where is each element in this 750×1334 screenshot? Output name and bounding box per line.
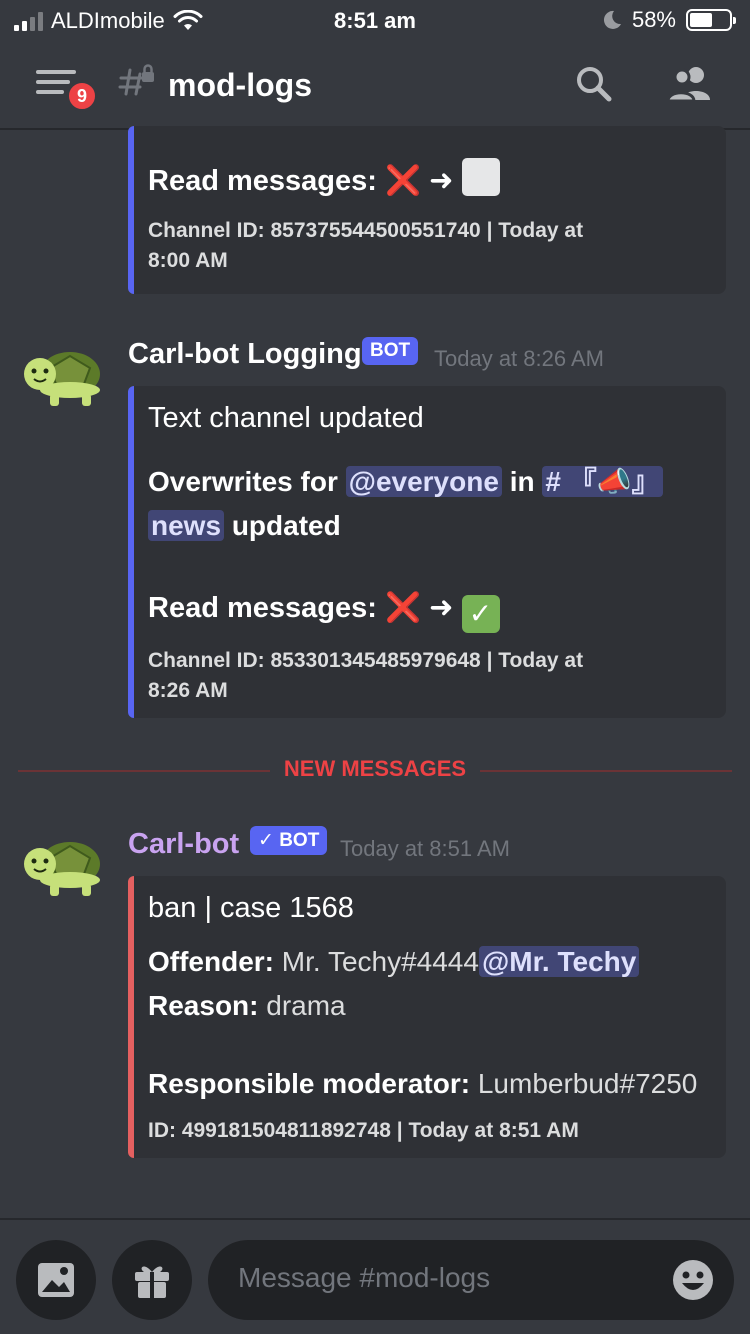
offender-label: Offender: [148,946,274,977]
embed-footer: ID: 499181504811892748 | Today at 8:51 A… [148,1119,579,1142]
moderator-value: Lumberbud#7250 [477,1068,698,1099]
arrow-right-icon: ➜ [429,592,454,624]
members-icon[interactable] [666,64,714,104]
embed-footer: 8:26 AM [148,679,228,702]
white-square-icon [461,158,500,196]
arrow-right-icon: ➜ [429,165,454,197]
channel-mention[interactable]: # 『📣』 [542,466,663,497]
gift-icon [135,1266,169,1298]
read-messages-label: Read messages: [148,592,377,624]
bot-tag: BOT [362,337,419,365]
turtle-avatar[interactable] [22,340,104,410]
in-word: in [509,466,535,497]
status-bar: ALDImobile 8:51 am 58% [0,0,750,40]
attach-image-button[interactable] [16,1240,96,1320]
message-author[interactable]: Carl-bot Logging [128,338,362,371]
message-input[interactable]: Message #mod-logs [208,1240,734,1320]
gift-button[interactable] [112,1240,192,1320]
embed-card: ban | case 1568 Offender: Mr. Techy#4444… [128,876,726,1158]
channel-header: 9 mod-logs [0,40,750,130]
channel-title: mod-logs [168,67,312,103]
reason-value: drama [266,990,346,1021]
channel-mention-name[interactable]: news [148,510,225,541]
embed-card: Text channel updated Overwrites for @eve… [128,386,726,718]
read-messages-label: Read messages: [148,165,377,197]
embed-card: Read messages: ❌ ➜ Channel ID: 857375544… [128,126,726,294]
embed-title: Text channel updated [148,402,424,434]
emoji-icon[interactable] [672,1259,714,1301]
message-author[interactable]: Carl-bot [128,828,239,861]
new-messages-divider: NEW MESSAGES [270,756,480,782]
message-input-placeholder: Message #mod-logs [238,1262,491,1293]
do-not-disturb-moon-icon [603,10,621,29]
embed-footer: 8:00 AM [148,249,228,272]
notification-badge: 9 [66,80,98,112]
updated-word: updated [231,510,341,541]
turtle-avatar[interactable] [22,830,104,900]
message-timestamp: Today at 8:26 AM [434,346,604,371]
embed-footer: Channel ID: 857375544500551740 | Today a… [148,219,584,242]
cross-mark-icon: ❌ [384,165,422,197]
everyone-mention[interactable]: @everyone [345,466,502,497]
offender-value: Mr. Techy#4444 [281,946,479,977]
overwrites-label: Overwrites for [148,466,338,497]
image-icon [38,1263,74,1297]
user-mention[interactable]: @Mr. Techy [478,946,640,977]
message-timestamp: Today at 8:51 AM [340,836,510,861]
embed-title: ban | case 1568 [148,892,354,924]
moderator-label: Responsible moderator: [148,1068,471,1099]
reason-label: Reason: [148,990,259,1021]
message-composer: Message #mod-logs [0,1218,750,1334]
battery-percent: 58% [631,7,676,32]
cross-mark-icon: ❌ [384,592,422,624]
locked-hash-icon [118,64,154,96]
verified-bot-tag: ✓ BOT [250,826,328,855]
check-mark-button-icon: ✓ [461,595,500,633]
search-icon[interactable] [574,64,614,104]
battery-icon [686,9,736,31]
embed-footer: Channel ID: 853301345485979648 | Today a… [148,649,584,672]
